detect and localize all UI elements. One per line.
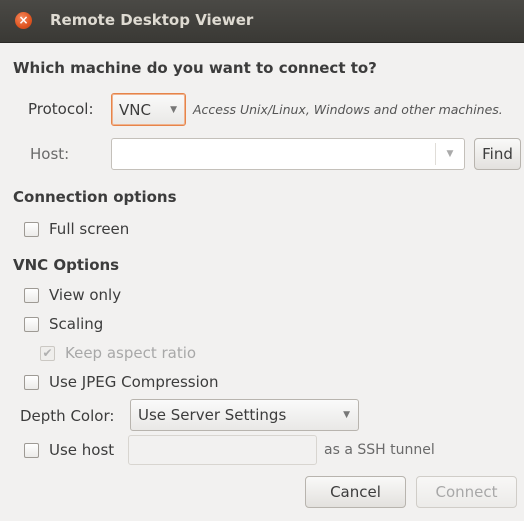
connection-options-heading: Connection options xyxy=(13,188,177,206)
protocol-label: Protocol: xyxy=(28,100,94,118)
protocol-select[interactable]: VNC ▼ xyxy=(111,93,186,126)
scaling-label[interactable]: Scaling xyxy=(49,315,103,333)
cancel-button[interactable]: Cancel xyxy=(305,476,406,508)
title-bar: × Remote Desktop Viewer xyxy=(0,0,524,43)
host-field[interactable]: ▼ xyxy=(111,138,465,170)
depth-color-select[interactable]: Use Server Settings ▼ xyxy=(130,399,359,431)
depth-color-value: Use Server Settings xyxy=(138,406,287,424)
close-icon[interactable]: × xyxy=(15,12,32,29)
use-host-checkbox[interactable] xyxy=(24,443,39,458)
keep-aspect-ratio-checkbox[interactable]: ✔ xyxy=(40,346,55,361)
connect-button[interactable]: Connect xyxy=(416,476,517,508)
chevron-down-icon: ▼ xyxy=(170,104,177,115)
checkmark-icon: ✔ xyxy=(42,346,53,360)
keep-aspect-ratio-label: Keep aspect ratio xyxy=(65,344,197,362)
use-jpeg-checkbox[interactable] xyxy=(24,375,39,390)
main-heading: Which machine do you want to connect to? xyxy=(13,59,377,77)
chevron-down-icon: ▼ xyxy=(343,410,350,420)
protocol-description: Access Unix/Linux, Windows and other mac… xyxy=(193,102,503,117)
full-screen-checkbox[interactable] xyxy=(24,222,39,237)
ssh-host-field[interactable] xyxy=(128,435,317,465)
depth-color-label: Depth Color: xyxy=(20,407,115,425)
scaling-checkbox[interactable] xyxy=(24,317,39,332)
use-host-label[interactable]: Use host xyxy=(49,441,114,459)
full-screen-label[interactable]: Full screen xyxy=(49,220,129,238)
ssh-tunnel-label: as a SSH tunnel xyxy=(324,442,435,458)
chevron-down-icon[interactable]: ▼ xyxy=(435,143,464,165)
vnc-options-heading: VNC Options xyxy=(13,256,120,274)
find-button[interactable]: Find xyxy=(474,138,521,170)
use-jpeg-label[interactable]: Use JPEG Compression xyxy=(49,373,218,391)
dialog-content: Which machine do you want to connect to?… xyxy=(0,42,524,521)
protocol-value: VNC xyxy=(119,101,151,119)
host-label: Host: xyxy=(30,145,70,163)
view-only-checkbox[interactable] xyxy=(24,288,39,303)
window-title: Remote Desktop Viewer xyxy=(50,11,254,29)
view-only-label[interactable]: View only xyxy=(49,286,121,304)
